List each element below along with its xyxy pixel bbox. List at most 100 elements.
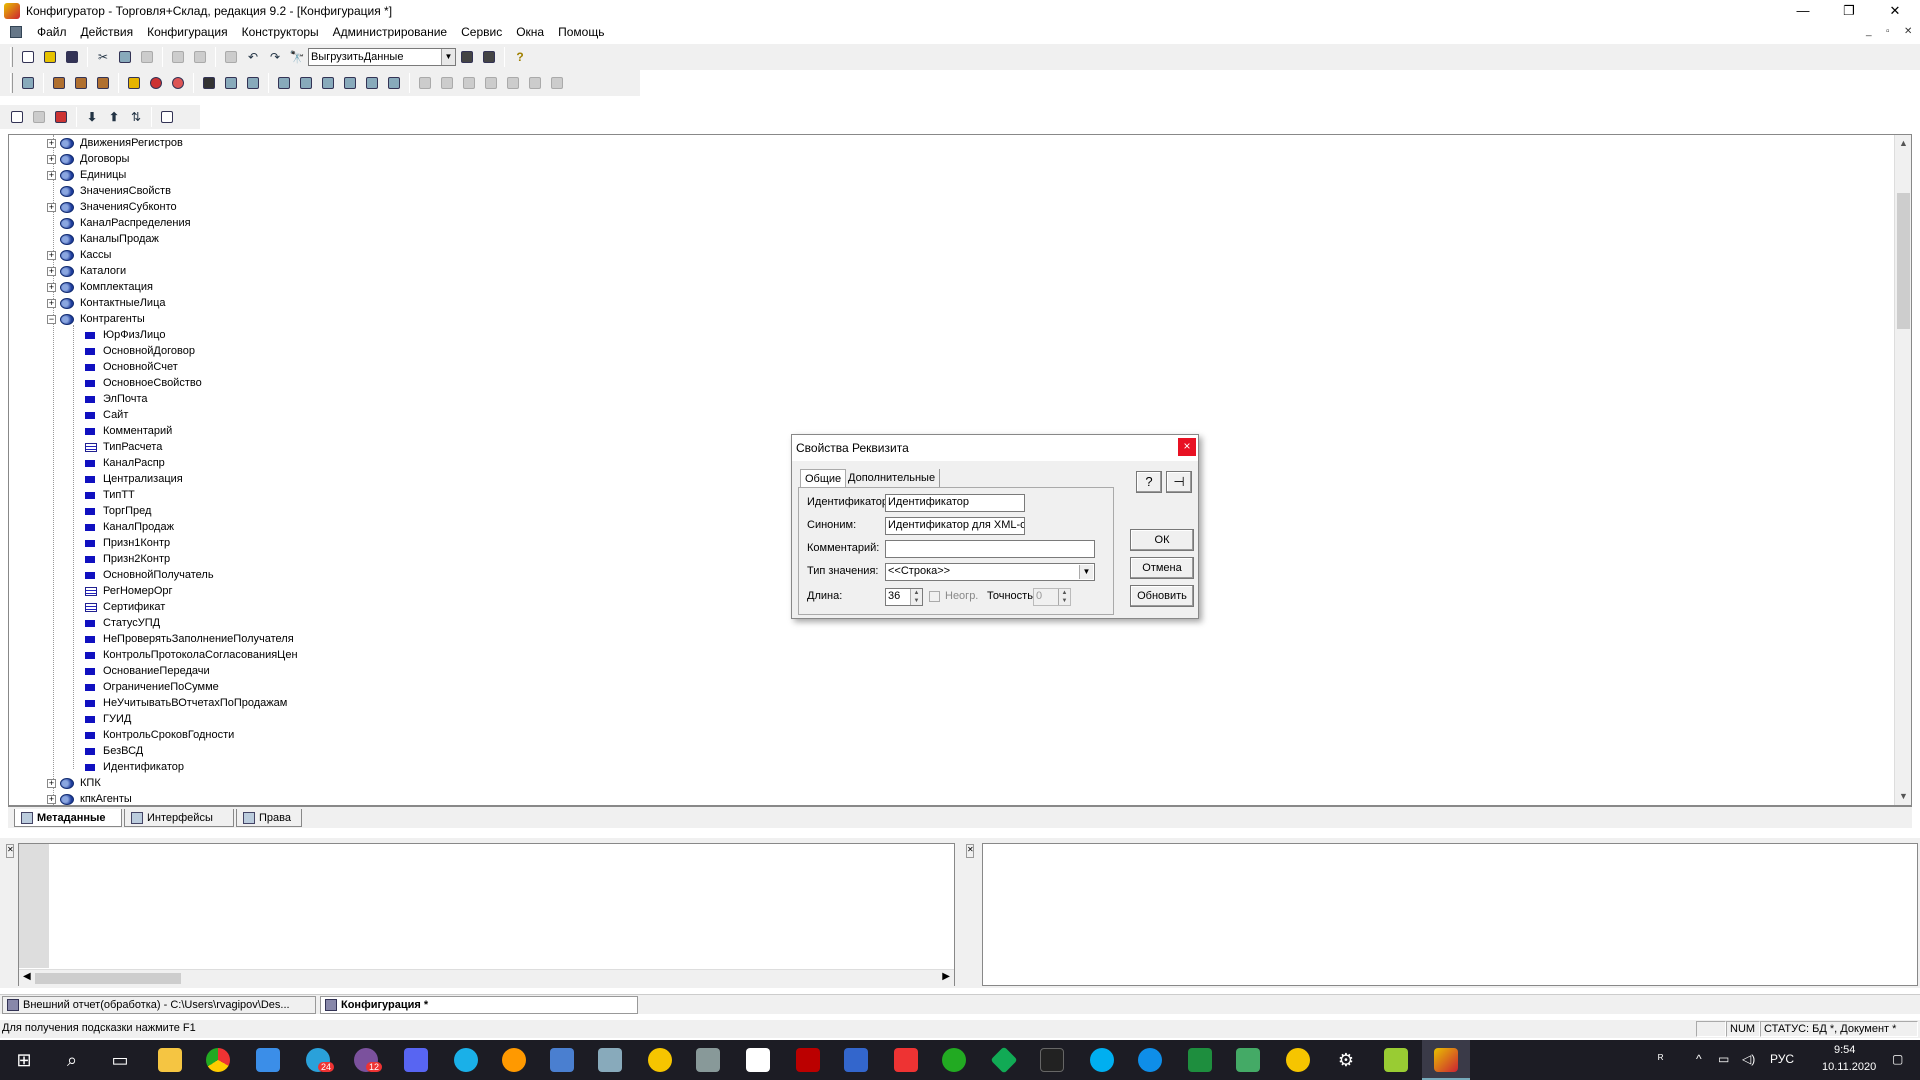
collapse-icon[interactable]: − bbox=[47, 314, 56, 324]
tree-attribute[interactable]: ОснованиеПередачи bbox=[85, 663, 210, 679]
clock-time[interactable]: 9:54 bbox=[1834, 1044, 1855, 1056]
tab-metadata[interactable]: Метаданные bbox=[14, 809, 122, 827]
users-icon[interactable] bbox=[199, 73, 219, 93]
tree-attribute[interactable]: ОсновнойДоговор bbox=[85, 343, 195, 359]
tab-rights[interactable]: Права bbox=[236, 809, 302, 827]
identifier-input[interactable]: Идентификатор bbox=[885, 494, 1025, 512]
app-icon-1[interactable] bbox=[256, 1048, 280, 1072]
constructor-2-icon[interactable] bbox=[296, 73, 316, 93]
properties-icon[interactable] bbox=[157, 107, 177, 127]
tree-node[interactable]: + Каталоги bbox=[47, 263, 126, 279]
tree-node[interactable]: + ДвиженияРегистров bbox=[47, 135, 183, 151]
length-spinner-icon[interactable]: ▲ ▼ bbox=[910, 589, 922, 605]
interfaces-icon[interactable] bbox=[243, 73, 263, 93]
menu-service[interactable]: Сервис bbox=[454, 22, 509, 42]
calculator-icon[interactable] bbox=[550, 1048, 574, 1072]
tree-node[interactable]: + Договоры bbox=[47, 151, 129, 167]
designer-4-icon[interactable] bbox=[481, 73, 501, 93]
tree-attribute[interactable]: РегНомерОрг bbox=[85, 583, 173, 599]
tree-attribute[interactable]: КонтрольСроковГодности bbox=[85, 727, 234, 743]
chevron-down-icon[interactable]: ▼ bbox=[441, 49, 455, 65]
open-file-icon[interactable] bbox=[40, 47, 60, 67]
expand-icon[interactable]: + bbox=[47, 170, 56, 180]
rights-icon[interactable] bbox=[221, 73, 241, 93]
network-icon[interactable] bbox=[598, 1048, 622, 1072]
tree-attribute[interactable]: ЮрФизЛицо bbox=[85, 327, 165, 343]
start-icon[interactable]: ⊞ bbox=[12, 1048, 36, 1072]
mdi-close-button[interactable]: ✕ bbox=[1904, 26, 1912, 37]
help-icon[interactable]: ? bbox=[510, 47, 530, 67]
search-combobox[interactable]: ВыгрузитьДанные ▼ bbox=[308, 48, 456, 66]
save-icon[interactable] bbox=[62, 47, 82, 67]
horizontal-scrollbar[interactable]: ◀ ▶ bbox=[19, 969, 954, 986]
record-icon[interactable] bbox=[168, 73, 188, 93]
notifications-icon[interactable]: ▢ bbox=[1892, 1052, 1903, 1066]
file-explorer-icon[interactable] bbox=[158, 1048, 182, 1072]
find-next-icon[interactable] bbox=[457, 47, 477, 67]
expand-icon[interactable]: + bbox=[47, 250, 56, 260]
tree-attribute[interactable]: ОсновнойПолучатель bbox=[85, 567, 214, 583]
expand-icon[interactable]: + bbox=[47, 202, 56, 212]
tree-attribute[interactable]: Призн1Контр bbox=[85, 535, 170, 551]
network-tray-icon[interactable]: ▭ bbox=[1718, 1052, 1729, 1066]
hscroll-thumb[interactable] bbox=[35, 973, 181, 984]
yandex-icon[interactable] bbox=[502, 1048, 526, 1072]
tree-node[interactable]: + КонтактныеЛица bbox=[47, 295, 166, 311]
designer-7-icon[interactable] bbox=[547, 73, 567, 93]
designer-2-icon[interactable] bbox=[437, 73, 457, 93]
remote-icon[interactable] bbox=[844, 1048, 868, 1072]
dialog-title-bar[interactable]: Свойства Реквизита × bbox=[792, 435, 1198, 461]
debug-icon[interactable] bbox=[124, 73, 144, 93]
scroll-thumb[interactable] bbox=[1897, 193, 1910, 329]
find-prev-icon[interactable] bbox=[479, 47, 499, 67]
tree-attribute[interactable]: ТоргПред bbox=[85, 503, 151, 519]
editor-icon[interactable] bbox=[1384, 1048, 1408, 1072]
designer-6-icon[interactable] bbox=[525, 73, 545, 93]
tray-chevron-icon[interactable]: ^ bbox=[1696, 1052, 1702, 1066]
tab-additional[interactable]: Дополнительные bbox=[844, 469, 941, 487]
tree-node[interactable]: + ЗначенияСубконто bbox=[47, 199, 177, 215]
menu-administration[interactable]: Администрирование bbox=[326, 22, 454, 42]
terminal-icon[interactable] bbox=[1040, 1048, 1064, 1072]
pane2-close-icon[interactable]: ✕ bbox=[966, 844, 974, 858]
tree-attribute[interactable]: ТипТТ bbox=[85, 487, 135, 503]
constructor-5-icon[interactable] bbox=[362, 73, 382, 93]
tree-attribute[interactable]: ТипРасчета bbox=[85, 439, 162, 455]
print-preview-icon[interactable] bbox=[190, 47, 210, 67]
window-tab-configuration[interactable]: Конфигурация * bbox=[320, 996, 638, 1014]
teamviewer-icon[interactable] bbox=[1138, 1048, 1162, 1072]
tab-general[interactable]: Общие bbox=[800, 469, 847, 487]
tool-icon[interactable] bbox=[696, 1048, 720, 1072]
length-input[interactable]: 36 ▲ ▼ bbox=[885, 588, 923, 606]
tree-attribute[interactable]: Централизация bbox=[85, 471, 183, 487]
tree-node[interactable]: КаналыПродаж bbox=[47, 231, 159, 247]
tree-node[interactable]: + Комплектация bbox=[47, 279, 153, 295]
menu-windows[interactable]: Окна bbox=[509, 22, 551, 42]
tree-node[interactable]: КаналРаспределения bbox=[47, 215, 191, 231]
load-config-icon[interactable] bbox=[93, 73, 113, 93]
tree-attribute[interactable]: Комментарий bbox=[85, 423, 172, 439]
unlimited-checkbox[interactable] bbox=[929, 591, 940, 602]
dialog-close-button[interactable]: × bbox=[1178, 438, 1196, 456]
tab-interfaces[interactable]: Интерфейсы bbox=[124, 809, 234, 827]
tree-attribute[interactable]: Сайт bbox=[85, 407, 128, 423]
tree-attribute[interactable]: ОграничениеПоСумме bbox=[85, 679, 219, 695]
mdi-restore-button[interactable]: ▫ bbox=[1886, 26, 1890, 37]
message-pane[interactable]: ◀ ▶ bbox=[18, 843, 955, 986]
new-object-icon[interactable] bbox=[7, 107, 27, 127]
print-icon[interactable] bbox=[168, 47, 188, 67]
designer-5-icon[interactable] bbox=[503, 73, 523, 93]
app-icon-2[interactable] bbox=[1236, 1048, 1260, 1072]
filezilla-icon[interactable] bbox=[796, 1048, 820, 1072]
menu-help[interactable]: Помощь bbox=[551, 22, 611, 42]
synonym-input[interactable]: Идентификатор для XML-о bbox=[885, 517, 1025, 535]
tree-node[interactable]: + Кассы bbox=[47, 247, 111, 263]
expand-icon[interactable]: + bbox=[47, 778, 56, 788]
expand-icon[interactable]: + bbox=[47, 266, 56, 276]
delete-object-icon[interactable] bbox=[51, 107, 71, 127]
constructor-1-icon[interactable] bbox=[274, 73, 294, 93]
discord-icon[interactable] bbox=[404, 1048, 428, 1072]
menu-constructors[interactable]: Конструкторы bbox=[235, 22, 326, 42]
window-tab-external-report[interactable]: Внешний отчет(обработка) - C:\Users\rvag… bbox=[2, 996, 316, 1014]
tree-attribute[interactable]: СтатусУПД bbox=[85, 615, 160, 631]
